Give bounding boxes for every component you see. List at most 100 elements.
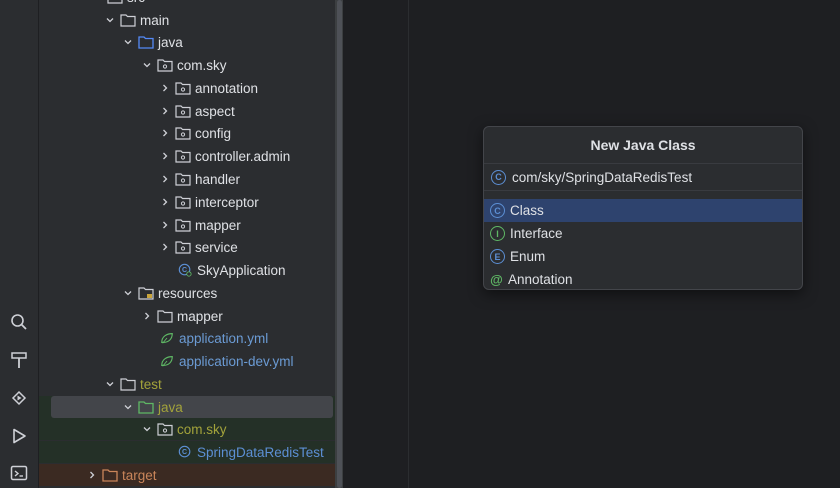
class-icon: C [490,203,505,218]
kind-label: Enum [510,249,546,264]
chevron-right-icon[interactable] [157,103,173,119]
package-icon [157,421,173,437]
source-folder-icon [138,34,154,50]
tree-label-java: java [158,34,183,50]
tree-label-interceptor: interceptor [195,194,259,210]
new-java-class-dialog: New Java Class C com/sky/SpringDataRedis… [483,126,803,290]
tree-row-interceptor[interactable]: interceptor [39,191,339,213]
chevron-down-icon[interactable] [102,376,118,392]
interface-icon: I [490,226,505,241]
run-icon[interactable] [7,424,31,448]
chevron-right-icon[interactable] [157,148,173,164]
services-icon[interactable] [7,386,31,410]
tree-label-handler: handler [195,171,241,187]
dialog-title: New Java Class [484,127,802,164]
chevron-right-icon[interactable] [84,467,100,483]
enum-icon: E [490,249,505,264]
package-icon [175,148,191,164]
annotation-icon: @ [490,272,503,287]
class-kind-list: C Class I Interface E Enum @ Annotation [484,191,802,289]
tree-row-handler[interactable]: handler [39,168,339,190]
class-name-value: com/sky/SpringDataRedisTest [512,169,693,185]
chevron-down-icon[interactable] [89,0,105,5]
tree-row-src[interactable]: src [39,0,339,8]
tree-label-annotation: annotation [195,80,259,96]
tree-row-com-sky[interactable]: com.sky [39,54,339,76]
tree-label-target: target [122,467,157,483]
terminal-icon[interactable] [7,461,31,485]
tree-row-annotation[interactable]: annotation [39,77,339,99]
chevron-down-icon[interactable] [120,34,136,50]
tree-row-resources-mapper[interactable]: mapper [39,305,339,327]
tree-row-test-java[interactable]: java [39,396,339,418]
class-name-input[interactable]: C com/sky/SpringDataRedisTest [484,164,802,191]
tree-label-spring-data-redis-test: SpringDataRedisTest [197,444,324,460]
tree-row-main[interactable]: main [39,9,339,31]
build-icon[interactable] [7,348,31,372]
tree-label-main: main [140,12,170,28]
tree-scrollbar-thumb[interactable] [337,0,342,488]
package-icon [175,80,191,96]
folder-icon [157,308,173,324]
package-icon [175,171,191,187]
kind-label: Interface [510,226,563,241]
class-icon: C [491,169,506,185]
test-source-folder-icon [138,399,154,415]
chevron-down-icon[interactable] [139,421,155,437]
chevron-down-icon[interactable] [120,399,136,415]
svg-text:C: C [182,267,187,274]
spring-boot-class-icon: C [177,262,193,278]
tree-row-application-yml[interactable]: application.yml [39,327,339,349]
tree-row-mapper[interactable]: mapper [39,214,339,236]
kind-label: Class [510,203,544,218]
chevron-right-icon[interactable] [157,239,173,255]
tree-row-application-dev-yml[interactable]: application-dev.yml [39,350,339,372]
chevron-right-icon[interactable] [157,80,173,96]
kind-item-class[interactable]: C Class [484,199,802,222]
package-icon [175,217,191,233]
tree-label-resources-mapper: mapper [177,308,223,324]
chevron-down-icon[interactable] [139,57,155,73]
folder-icon [120,376,136,392]
chevron-right-icon[interactable] [157,217,173,233]
tree-row-resources[interactable]: resources [39,282,339,304]
resources-folder-icon [138,285,154,301]
kind-item-interface[interactable]: I Interface [484,222,802,245]
tree-row-spring-data-redis-test[interactable]: C SpringDataRedisTest [39,441,339,463]
tree-row-config[interactable]: config [39,122,339,144]
tree-label-application-dev-yml: application-dev.yml [179,353,294,369]
kind-label: Annotation [508,272,573,287]
chevron-right-icon[interactable] [157,125,173,141]
chevron-right-icon[interactable] [157,194,173,210]
chevron-down-icon[interactable] [102,12,118,28]
tree-row-test[interactable]: test [39,373,339,395]
package-icon [157,57,173,73]
tree-label-src: src [127,0,145,5]
tree-label-test: test [140,376,162,392]
package-icon [175,103,191,119]
tree-row-service[interactable]: service [39,236,339,258]
search-icon[interactable] [7,310,31,334]
tree-label-controller-admin: controller.admin [195,148,291,164]
tree-label-sky-application: SkyApplication [197,262,286,278]
tree-label-com-sky: com.sky [177,57,227,73]
kind-item-enum[interactable]: E Enum [484,245,802,268]
tree-label-service: service [195,239,238,255]
tree-label-application-yml: application.yml [179,330,269,346]
tree-row-test-com-sky[interactable]: com.sky [39,418,339,440]
tree-row-java[interactable]: java [39,31,339,53]
chevron-right-icon[interactable] [157,171,173,187]
spring-config-icon [159,330,175,346]
selection-highlight [51,396,333,418]
tree-label-mapper: mapper [195,217,241,233]
chevron-right-icon[interactable] [139,308,155,324]
tree-label-resources: resources [158,285,218,301]
tree-row-controller-admin[interactable]: controller.admin [39,145,339,167]
kind-item-annotation[interactable]: @ Annotation [484,268,802,289]
tree-label-config: config [195,125,232,141]
tree-row-aspect[interactable]: aspect [39,100,339,122]
tree-row-sky-application[interactable]: C SkyApplication [39,259,339,281]
chevron-down-icon[interactable] [120,285,136,301]
tree-row-target[interactable]: target [39,464,339,486]
tree-label-test-com-sky: com.sky [177,421,227,437]
